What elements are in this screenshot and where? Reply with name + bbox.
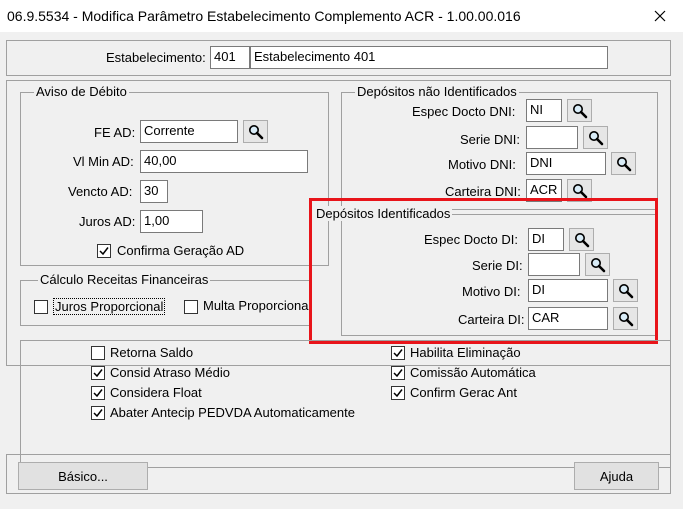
dep-nao-ident-title: Depósitos não Identificados (355, 84, 519, 99)
check-icon (99, 247, 109, 256)
ajuda-button[interactable]: Ajuda (574, 462, 659, 490)
espec-dni-field[interactable]: NI (526, 99, 562, 122)
check-icon (93, 409, 103, 418)
habilita-eliminacao-label: Habilita Eliminação (410, 345, 521, 360)
magnifier-icon (616, 156, 631, 171)
highlight-annotation (309, 198, 658, 344)
juros-ad-label: Juros AD: (79, 214, 136, 229)
confirm-gerac-ant-checkbox[interactable] (391, 386, 405, 400)
aviso-debito-group (20, 92, 329, 266)
multa-proporcional-checkbox[interactable] (184, 300, 198, 314)
check-icon (93, 389, 103, 398)
multa-proporcional-label: Multa Proporciona (203, 298, 309, 313)
magnifier-icon (572, 103, 587, 118)
retorna-saldo-label: Retorna Saldo (110, 345, 194, 360)
motivo-dni-zoom-button[interactable] (611, 152, 636, 175)
close-button[interactable] (637, 0, 683, 32)
serie-dni-label: Serie DNI: (460, 132, 520, 147)
serie-dni-field[interactable] (526, 126, 578, 149)
magnifier-icon (248, 124, 263, 139)
juros-proporcional-label: Juros Proporcional (53, 298, 166, 315)
vl-min-ad-label: Vl Min AD: (73, 154, 134, 169)
comissao-automatica-checkbox[interactable] (391, 366, 405, 380)
abater-antecip-checkbox[interactable] (91, 406, 105, 420)
vencto-ad-label: Vencto AD: (68, 184, 133, 199)
carteira-dni-label: Carteira DNI: (445, 184, 521, 199)
check-icon (393, 349, 403, 358)
confirma-geracao-checkbox[interactable] (97, 244, 111, 258)
motivo-dni-label: Motivo DNI: (448, 157, 516, 172)
motivo-dni-field[interactable]: DNI (526, 152, 606, 175)
vencto-ad-field[interactable]: 30 (140, 180, 168, 203)
basico-button[interactable]: Básico... (18, 462, 148, 490)
vl-min-ad-field[interactable]: 40,00 (140, 150, 308, 173)
title-bar: 06.9.5534 - Modifica Parâmetro Estabelec… (0, 0, 683, 32)
magnifier-icon (572, 183, 587, 198)
comissao-automatica-label: Comissão Automática (410, 365, 536, 380)
dialog-client: Estabelecimento: 401 Estabelecimento 401… (0, 32, 683, 509)
check-icon (393, 369, 403, 378)
aviso-debito-title: Aviso de Débito (34, 84, 129, 99)
considera-float-label: Considera Float (110, 385, 202, 400)
fe-ad-label: FE AD: (94, 125, 136, 140)
estabelecimento-label: Estabelecimento: (106, 50, 206, 65)
juros-ad-field[interactable]: 1,00 (140, 210, 203, 233)
estabelecimento-name-field: Estabelecimento 401 (250, 46, 608, 69)
retorna-saldo-checkbox[interactable] (91, 346, 105, 360)
consid-atraso-label: Consid Atraso Médio (110, 365, 230, 380)
consid-atraso-checkbox[interactable] (91, 366, 105, 380)
espec-dni-label: Espec Docto DNI: (412, 104, 516, 119)
close-icon (654, 10, 666, 22)
check-icon (393, 389, 403, 398)
abater-antecip-label: Abater Antecip PEDVDA Automaticamente (110, 405, 355, 420)
check-icon (93, 369, 103, 378)
espec-dni-zoom-button[interactable] (567, 99, 592, 122)
serie-dni-zoom-button[interactable] (583, 126, 608, 149)
habilita-eliminacao-checkbox[interactable] (391, 346, 405, 360)
window-title: 06.9.5534 - Modifica Parâmetro Estabelec… (7, 8, 521, 24)
fe-ad-field[interactable]: Corrente (140, 120, 238, 143)
considera-float-checkbox[interactable] (91, 386, 105, 400)
fe-ad-zoom-button[interactable] (243, 120, 268, 143)
juros-proporcional-checkbox[interactable] (34, 300, 48, 314)
confirma-geracao-label: Confirma Geração AD (117, 243, 245, 258)
calculo-title: Cálculo Receitas Financeiras (38, 272, 211, 287)
magnifier-icon (588, 130, 603, 145)
confirm-gerac-ant-label: Confirm Gerac Ant (410, 385, 517, 400)
estabelecimento-code-field[interactable]: 401 (210, 46, 250, 69)
